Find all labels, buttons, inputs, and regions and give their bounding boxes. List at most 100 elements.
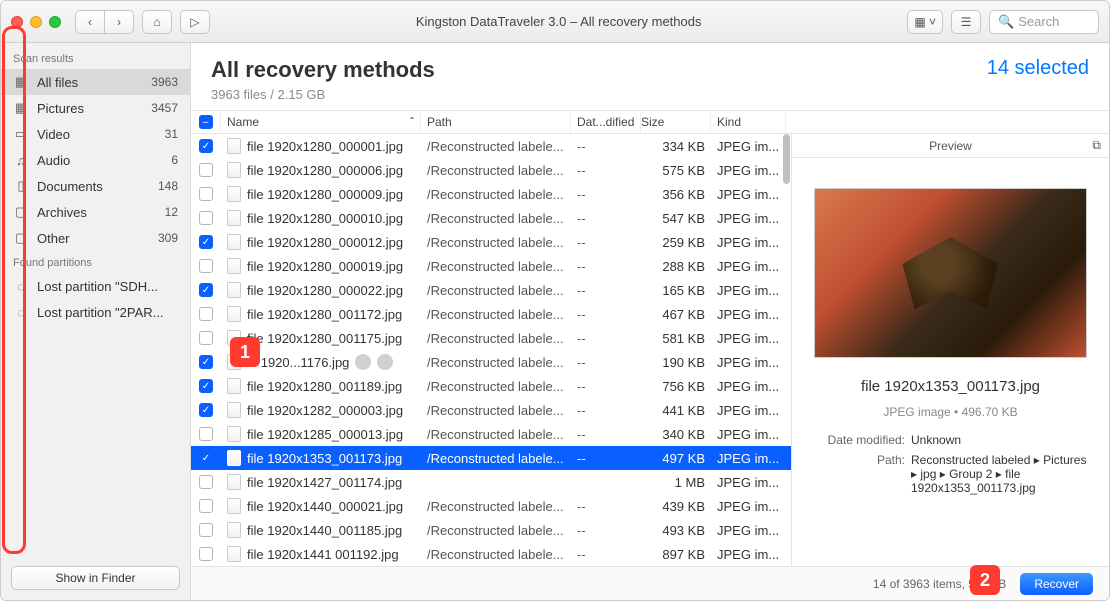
file-kind: JPEG im...: [711, 307, 786, 322]
row-checkbox[interactable]: [199, 211, 213, 225]
file-path: /Reconstructed labele...: [421, 499, 571, 514]
quicklook-icon[interactable]: [355, 354, 371, 370]
file-name: file 1920x1441 001192.jpg: [247, 547, 399, 562]
file-path: /Reconstructed labele...: [421, 259, 571, 274]
col-path[interactable]: Path: [421, 111, 571, 133]
sidebar-item-documents[interactable]: ▯Documents148: [1, 173, 190, 199]
row-checkbox[interactable]: [199, 331, 213, 345]
file-size: 334 KB: [641, 139, 711, 154]
row-checkbox[interactable]: [199, 547, 213, 561]
sidebar-item-pictures[interactable]: ▦Pictures3457: [1, 95, 190, 121]
sidebar-partition[interactable]: ◌Lost partition "SDH...: [1, 273, 190, 299]
view-mode-button[interactable]: ▦ ˅: [907, 10, 943, 34]
sidebar-item-label: Video: [37, 127, 157, 142]
table-row[interactable]: file 1920x1285_000013.jpg/Reconstructed …: [191, 422, 791, 446]
sidebar-item-archives[interactable]: ▢Archives12: [1, 199, 190, 225]
file-path: /Reconstructed labele...: [421, 427, 571, 442]
table-row[interactable]: file 1920x1427_001174.jpg1 MBJPEG im...: [191, 470, 791, 494]
table-row[interactable]: file 1920x1280_001172.jpg/Reconstructed …: [191, 302, 791, 326]
sidebar-partition[interactable]: ◌Lost partition "2PAR...: [1, 299, 190, 325]
file-date: --: [571, 163, 641, 178]
minimize-icon[interactable]: [30, 16, 42, 28]
table-row[interactable]: ✓le 1920...1176.jpg/Reconstructed labele…: [191, 350, 791, 374]
file-kind: JPEG im...: [711, 283, 786, 298]
table-row[interactable]: ✓file 1920x1353_001173.jpg/Reconstructed…: [191, 446, 791, 470]
scrollbar-thumb[interactable]: [783, 134, 790, 184]
file-size: 497 KB: [641, 451, 711, 466]
file-kind: JPEG im...: [711, 451, 786, 466]
file-kind: JPEG im...: [711, 523, 786, 538]
table-row[interactable]: ✓file 1920x1280_001189.jpg/Reconstructed…: [191, 374, 791, 398]
row-checkbox[interactable]: ✓: [199, 139, 213, 153]
file-path: /Reconstructed labele...: [421, 307, 571, 322]
row-checkbox[interactable]: ✓: [199, 451, 213, 465]
table-row[interactable]: ✓file 1920x1280_000022.jpg/Reconstructed…: [191, 278, 791, 302]
popout-icon[interactable]: ⧉: [1092, 138, 1101, 153]
sidebar-item-audio[interactable]: ♫Audio6: [1, 147, 190, 173]
file-name: file 1920x1282_000003.jpg: [247, 403, 403, 418]
category-icon: ▭: [13, 126, 29, 142]
row-checkbox[interactable]: ✓: [199, 283, 213, 297]
table-row[interactable]: file 1920x1280_000009.jpg/Reconstructed …: [191, 182, 791, 206]
sidebar-item-count: 12: [165, 205, 178, 219]
file-kind: JPEG im...: [711, 139, 786, 154]
locate-icon[interactable]: [377, 354, 393, 370]
file-name: file 1920x1280_000010.jpg: [247, 211, 403, 226]
sidebar-item-video[interactable]: ▭Video31: [1, 121, 190, 147]
table-row[interactable]: file 1920x1441 001192.jpg/Reconstructed …: [191, 542, 791, 566]
col-kind[interactable]: Kind: [711, 111, 786, 133]
table-row[interactable]: file 1920x1280_001175.jpg/Reconstructed …: [191, 326, 791, 350]
table-row[interactable]: file 1920x1440_001185.jpg/Reconstructed …: [191, 518, 791, 542]
file-name: file 1920x1280_000019.jpg: [247, 259, 403, 274]
sidebar-item-all-files[interactable]: ▦All files3963: [1, 69, 190, 95]
file-kind: JPEG im...: [711, 547, 786, 562]
table-row[interactable]: ✓file 1920x1282_000003.jpg/Reconstructed…: [191, 398, 791, 422]
file-icon: [227, 282, 241, 298]
preview-date-value: Unknown: [911, 433, 1091, 447]
filter-button[interactable]: ☰: [951, 10, 981, 34]
file-kind: JPEG im...: [711, 355, 786, 370]
file-date: --: [571, 283, 641, 298]
table-row[interactable]: ✓file 1920x1280_000001.jpg/Reconstructed…: [191, 134, 791, 158]
table-row[interactable]: ✓file 1920x1280_000012.jpg/Reconstructed…: [191, 230, 791, 254]
row-checkbox[interactable]: [199, 427, 213, 441]
row-checkbox[interactable]: [199, 307, 213, 321]
table-row[interactable]: file 1920x1440_000021.jpg/Reconstructed …: [191, 494, 791, 518]
row-checkbox[interactable]: ✓: [199, 355, 213, 369]
file-path: /Reconstructed labele...: [421, 547, 571, 562]
zoom-icon[interactable]: [49, 16, 61, 28]
file-date: --: [571, 547, 641, 562]
play-button[interactable]: ▷: [180, 10, 210, 34]
row-checkbox[interactable]: [199, 163, 213, 177]
sidebar-item-other[interactable]: ▢Other309: [1, 225, 190, 251]
show-in-finder-button[interactable]: Show in Finder: [11, 566, 180, 590]
col-size[interactable]: Size: [641, 111, 711, 133]
file-size: 493 KB: [641, 523, 711, 538]
home-button[interactable]: ⌂: [142, 10, 172, 34]
row-checkbox[interactable]: [199, 523, 213, 537]
forward-button[interactable]: ›: [104, 10, 134, 34]
file-date: --: [571, 211, 641, 226]
select-all-checkbox[interactable]: –: [199, 115, 213, 129]
sidebar-item-count: 3457: [151, 101, 178, 115]
recover-button[interactable]: Recover: [1020, 573, 1093, 595]
col-name[interactable]: Nameˆ: [221, 111, 421, 133]
row-checkbox[interactable]: ✓: [199, 403, 213, 417]
back-button[interactable]: ‹: [75, 10, 105, 34]
row-checkbox[interactable]: [199, 475, 213, 489]
search-input[interactable]: 🔍 Search: [989, 10, 1099, 34]
col-date[interactable]: Dat...dified: [571, 111, 641, 133]
table-row[interactable]: file 1920x1280_000006.jpg/Reconstructed …: [191, 158, 791, 182]
row-checkbox[interactable]: [199, 499, 213, 513]
annotation-badge-1: 1: [230, 337, 260, 367]
row-checkbox[interactable]: ✓: [199, 379, 213, 393]
row-checkbox[interactable]: [199, 259, 213, 273]
table-row[interactable]: file 1920x1280_000019.jpg/Reconstructed …: [191, 254, 791, 278]
preview-image: [814, 188, 1087, 358]
row-checkbox[interactable]: [199, 187, 213, 201]
file-name: file 1920x1280_001189.jpg: [247, 379, 402, 394]
close-icon[interactable]: [11, 16, 23, 28]
file-name: file 1920x1440_000021.jpg: [247, 499, 403, 514]
row-checkbox[interactable]: ✓: [199, 235, 213, 249]
table-row[interactable]: file 1920x1280_000010.jpg/Reconstructed …: [191, 206, 791, 230]
